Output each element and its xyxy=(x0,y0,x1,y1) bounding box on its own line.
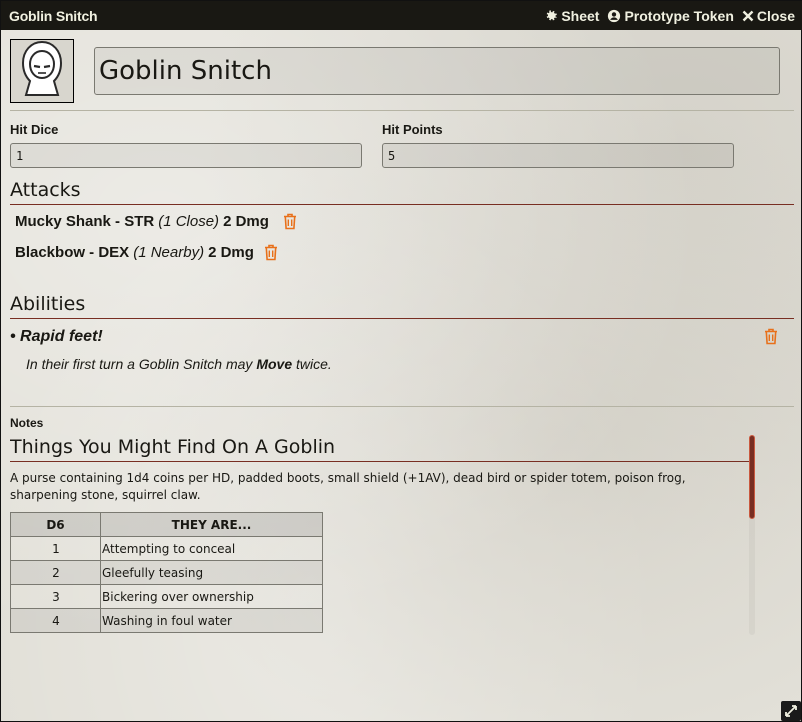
close-label: Close xyxy=(756,7,795,24)
header-divider xyxy=(10,110,794,111)
ability-desc-text: twice. xyxy=(292,356,332,372)
hit-points-label: Hit Points xyxy=(382,122,443,137)
ability-description: In their first turn a Goblin Snitch may … xyxy=(26,356,332,372)
notes-editor[interactable]: Things You Might Find On A Goblin A purs… xyxy=(10,434,758,636)
abilities-title: Abilities xyxy=(10,293,86,315)
notes-divider xyxy=(10,406,794,407)
notes-label: Notes xyxy=(10,416,44,430)
trash-icon xyxy=(264,244,277,261)
delete-attack-button[interactable] xyxy=(264,244,278,261)
actor-sheet-window: Goblin Snitch Sheet Prototype Token Clos… xyxy=(0,0,802,722)
notes-heading-rule xyxy=(10,461,750,462)
hit-dice-label: Hit Dice xyxy=(10,122,59,137)
delete-ability-button[interactable] xyxy=(764,328,778,345)
user-circle-icon xyxy=(607,9,621,23)
table-cell: 4 xyxy=(10,608,101,633)
ability-name[interactable]: • Rapid feet! xyxy=(10,328,103,346)
table-header: D6 xyxy=(10,512,101,537)
attack-name[interactable]: Blackbow - DEX xyxy=(15,244,129,261)
table-cell: Bickering over ownership xyxy=(100,584,323,609)
attack-damage[interactable]: 2 Dmg xyxy=(208,244,254,261)
table-row: 2 Gleefully teasing xyxy=(10,560,323,585)
table-header: THEY ARE... xyxy=(100,512,323,537)
attacks-title: Attacks xyxy=(10,179,81,201)
notes-heading: Things You Might Find On A Goblin xyxy=(10,436,336,458)
table-cell: Attempting to conceal xyxy=(100,536,323,561)
ability-desc-text: In their first turn a Goblin Snitch may xyxy=(26,356,257,372)
table-row: 3 Bickering over ownership xyxy=(10,584,323,609)
window-resize-handle[interactable] xyxy=(781,701,801,721)
notes-scrollbar-thumb[interactable] xyxy=(749,435,755,519)
attack-range: (1 Close) xyxy=(158,213,220,230)
table-header-row: D6 THEY ARE... xyxy=(10,512,323,537)
hit-points-input[interactable]: 5 xyxy=(382,143,734,168)
resize-icon xyxy=(785,705,797,717)
trash-icon xyxy=(765,328,777,345)
close-icon xyxy=(742,10,754,22)
attack-item[interactable]: Mucky Shank - STR (1 Close) 2 Dmg xyxy=(15,213,297,230)
attack-damage[interactable]: 2 Dmg xyxy=(223,213,269,230)
window-title: Goblin Snitch xyxy=(9,7,98,24)
window-titlebar[interactable]: Goblin Snitch Sheet Prototype Token Clos… xyxy=(1,1,802,30)
actor-name-input[interactable]: Goblin Snitch xyxy=(94,47,780,95)
gear-icon xyxy=(544,9,558,23)
sheet-button[interactable]: Sheet xyxy=(544,8,599,24)
table-cell: 1 xyxy=(10,536,101,561)
abilities-rule xyxy=(10,318,794,319)
delete-attack-button[interactable] xyxy=(283,213,297,230)
ability-desc-bold: Move xyxy=(256,356,293,372)
prototype-token-label: Prototype Token xyxy=(624,7,734,24)
table-row: 1 Attempting to conceal xyxy=(10,536,323,561)
table-row: 4 Washing in foul water xyxy=(10,608,323,633)
trash-icon xyxy=(283,213,296,230)
table-cell: Gleefully teasing xyxy=(100,560,323,585)
notes-paragraph: A purse containing 1d4 coins per HD, pad… xyxy=(10,471,686,502)
table-cell: 2 xyxy=(10,560,101,585)
actor-portrait[interactable] xyxy=(10,39,74,103)
d6-table: D6 THEY ARE... 1 Attempting to conceal 2… xyxy=(10,512,323,633)
attack-range: (1 Nearby) xyxy=(133,244,205,261)
hooded-figure-icon xyxy=(14,39,70,103)
hit-dice-input[interactable]: 1 xyxy=(10,143,362,168)
attack-item[interactable]: Blackbow - DEX (1 Nearby) 2 Dmg xyxy=(15,244,278,261)
attack-name[interactable]: Mucky Shank - STR xyxy=(15,213,154,230)
table-cell: Washing in foul water xyxy=(100,608,323,633)
attacks-rule xyxy=(10,204,794,205)
close-button[interactable]: Close xyxy=(742,8,795,24)
prototype-token-button[interactable]: Prototype Token xyxy=(607,7,734,24)
sheet-label: Sheet xyxy=(561,7,600,24)
table-cell: 3 xyxy=(10,584,101,609)
